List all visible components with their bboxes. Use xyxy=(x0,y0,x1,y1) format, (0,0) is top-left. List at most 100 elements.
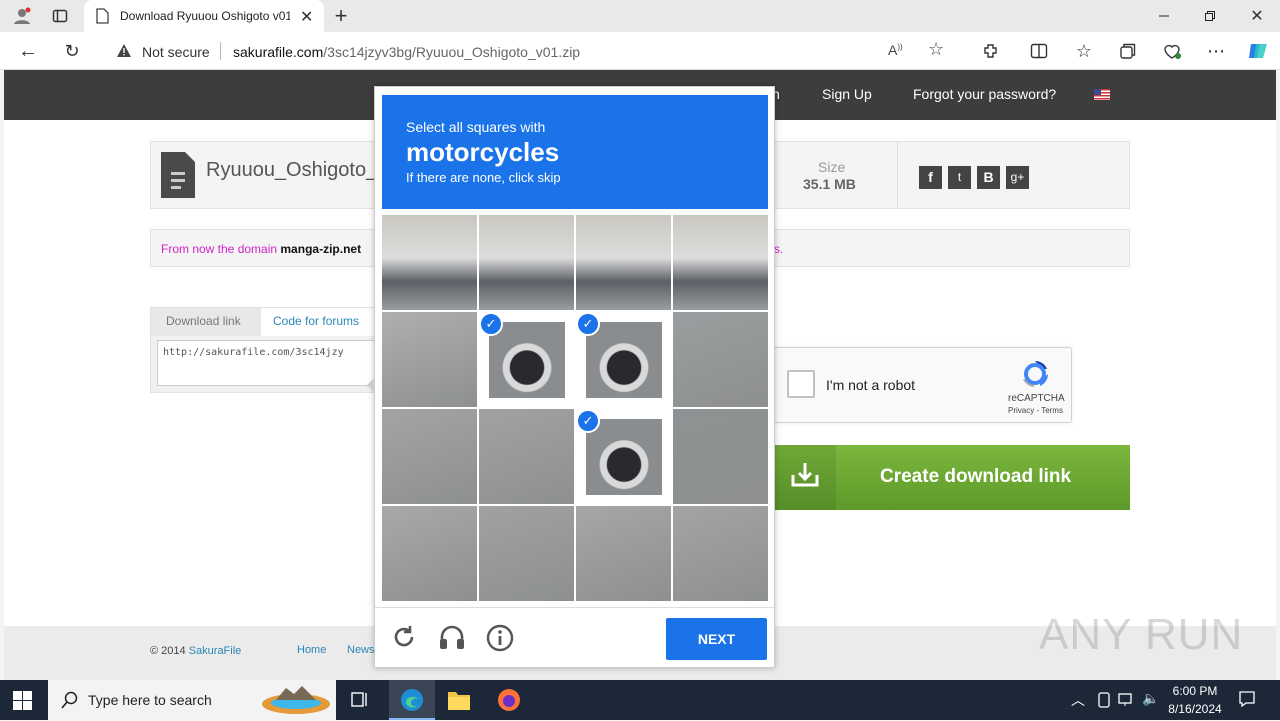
reload-icon[interactable] xyxy=(391,624,417,655)
extensions-icon[interactable] xyxy=(977,37,1005,65)
read-aloud-icon[interactable]: A)) xyxy=(888,42,903,58)
captcha-tile[interactable] xyxy=(673,215,768,310)
browser-essentials-icon[interactable] xyxy=(1158,37,1186,65)
tab-title: Download Ryuuou Oshigoto v01 xyxy=(120,9,290,23)
more-menu-icon[interactable]: ⋯ xyxy=(1202,37,1230,65)
captcha-tile[interactable] xyxy=(479,409,574,504)
captcha-tile-image xyxy=(479,215,574,310)
facebook-icon[interactable]: f xyxy=(919,166,942,189)
captcha-tile-image xyxy=(382,409,477,504)
tray-device-icon[interactable] xyxy=(1096,692,1112,713)
download-link-box: Download link Code for forums http://sak… xyxy=(150,307,381,393)
back-icon[interactable]: ← xyxy=(14,37,42,65)
taskbar-search[interactable]: Type here to search xyxy=(48,680,336,720)
refresh-icon[interactable]: ↻ xyxy=(58,37,86,65)
captcha-tile-image xyxy=(489,322,565,398)
audio-challenge-icon[interactable] xyxy=(438,624,466,655)
tray-chevron-icon[interactable]: ︿ xyxy=(1071,690,1085,710)
captcha-tile-image xyxy=(673,215,768,310)
restore-icon[interactable] xyxy=(1196,2,1224,30)
recaptcha-checkbox[interactable] xyxy=(787,370,815,398)
network-icon[interactable] xyxy=(1118,692,1136,713)
create-download-link-button[interactable]: Create download link xyxy=(774,445,1130,510)
split-screen-icon[interactable] xyxy=(1025,37,1053,65)
captcha-tile[interactable] xyxy=(382,506,477,601)
captcha-tile[interactable] xyxy=(382,312,477,407)
captcha-tile[interactable] xyxy=(673,506,768,601)
favorites-icon[interactable]: ☆ xyxy=(1070,37,1098,65)
captcha-tile[interactable] xyxy=(479,506,574,601)
vk-icon[interactable]: B xyxy=(977,166,1000,189)
challenge-header: Select all squares with motorcycles If t… xyxy=(382,95,768,209)
recaptcha-brand: reCAPTCHA xyxy=(1008,393,1065,404)
captcha-tile-image xyxy=(576,506,671,601)
search-highlight-icon xyxy=(260,684,332,721)
footer-link-home[interactable]: Home xyxy=(297,644,326,656)
divider xyxy=(897,142,898,208)
tab-actions-icon[interactable] xyxy=(46,2,74,30)
clock-time[interactable]: 6:00 PM xyxy=(1163,684,1227,698)
close-tab-icon[interactable]: ✕ xyxy=(300,7,313,27)
search-icon xyxy=(61,691,79,714)
taskbar-edge-active[interactable] xyxy=(389,680,435,720)
windows-start-icon[interactable] xyxy=(13,691,32,715)
captcha-tile[interactable] xyxy=(576,506,671,601)
captcha-tile-image xyxy=(576,215,671,310)
download-url-field[interactable]: http://sakurafile.com/3sc14jzy xyxy=(157,340,381,386)
security-label[interactable]: Not secure xyxy=(142,44,210,60)
size-label: Size xyxy=(818,159,846,175)
firefox-icon[interactable] xyxy=(497,688,521,717)
next-button[interactable]: NEXT xyxy=(666,618,767,660)
footer-copyright: © 2014 SakuraFile xyxy=(150,645,242,657)
header-link-forgot[interactable]: Forgot your password? xyxy=(913,86,1056,102)
captcha-tile-image xyxy=(382,312,477,407)
captcha-tile[interactable] xyxy=(479,215,574,310)
recaptcha-privacy-terms[interactable]: Privacy - Terms xyxy=(1008,406,1063,415)
profile-icon[interactable] xyxy=(8,2,36,30)
copilot-icon[interactable] xyxy=(1244,37,1272,65)
url-text[interactable]: sakurafile.com/3sc14jzyv3bg/Ryuuou_Oshig… xyxy=(233,44,580,60)
clock-date[interactable]: 8/16/2024 xyxy=(1163,702,1227,716)
captcha-tile[interactable] xyxy=(382,215,477,310)
collections-icon[interactable] xyxy=(1114,37,1142,65)
tab-bar: Download Ryuuou Oshigoto v01 ✕ + ✕ xyxy=(0,0,1280,32)
captcha-tile[interactable] xyxy=(673,409,768,504)
check-icon: ✓ xyxy=(576,312,600,336)
info-icon[interactable] xyxy=(486,624,514,657)
captcha-tile[interactable] xyxy=(673,312,768,407)
notification-icon[interactable] xyxy=(1238,690,1256,713)
captcha-tile[interactable]: ✓ xyxy=(576,312,671,407)
twitter-icon[interactable]: t xyxy=(948,166,971,189)
captcha-tile[interactable] xyxy=(382,409,477,504)
volume-icon[interactable]: 🔈 xyxy=(1142,690,1159,707)
header-link-signup[interactable]: Sign Up xyxy=(822,86,872,102)
challenge-instruction: Select all squares with xyxy=(406,119,546,135)
captcha-tile-image xyxy=(586,322,662,398)
watermark: ANY RUN xyxy=(1039,610,1244,659)
captcha-challenge: Select all squares with motorcycles If t… xyxy=(367,86,775,668)
us-flag-icon[interactable] xyxy=(1094,89,1110,100)
create-button-label: Create download link xyxy=(880,466,1072,487)
footer-link-news[interactable]: News xyxy=(347,644,375,656)
new-tab-icon[interactable]: + xyxy=(327,2,355,30)
task-view-icon[interactable] xyxy=(350,690,370,715)
captcha-tile[interactable]: ✓ xyxy=(479,312,574,407)
tab-code-for-forums[interactable]: Code for forums xyxy=(261,308,381,336)
file-explorer-icon[interactable] xyxy=(447,689,471,716)
captcha-tile[interactable]: ✓ xyxy=(576,409,671,504)
captcha-tile-image xyxy=(479,409,574,504)
search-placeholder: Type here to search xyxy=(88,692,212,708)
captcha-tile-image xyxy=(586,419,662,495)
close-window-icon[interactable]: ✕ xyxy=(1243,2,1271,30)
image-grid: ✓ ✓ ✓ xyxy=(382,215,768,601)
captcha-tile[interactable] xyxy=(576,215,671,310)
omnibox[interactable]: Not secure sakurafile.com/3sc14jzyv3bg/R… xyxy=(100,36,962,66)
tab-download-link[interactable]: Download link xyxy=(151,308,261,336)
active-tab[interactable]: Download Ryuuou Oshigoto v01 ✕ xyxy=(84,0,324,32)
captcha-tile-image xyxy=(479,506,574,601)
page-icon xyxy=(96,8,109,29)
minimize-icon[interactable] xyxy=(1150,2,1178,30)
favorite-star-icon[interactable]: ☆ xyxy=(928,39,944,60)
google-plus-icon[interactable]: g+ xyxy=(1006,166,1029,189)
challenge-footer: NEXT xyxy=(375,607,774,667)
